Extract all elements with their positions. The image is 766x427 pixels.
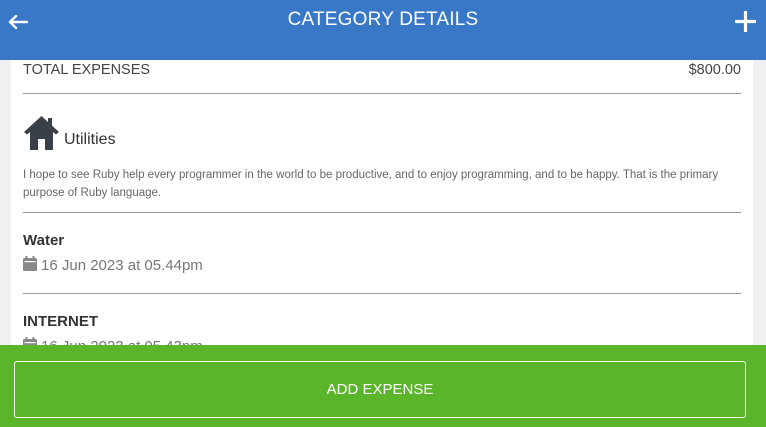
category-card: TOTAL EXPENSES $800.00 Utilities I hope … bbox=[11, 60, 753, 360]
add-expense-button[interactable]: ADD EXPENSE bbox=[14, 361, 746, 418]
calendar-icon bbox=[23, 256, 41, 275]
total-expenses-row: TOTAL EXPENSES $800.00 bbox=[23, 60, 741, 94]
expense-date-row: 16 Jun 2023 at 05.44pm bbox=[23, 256, 203, 275]
house-icon bbox=[23, 115, 60, 151]
total-expenses-amount: $800.00 bbox=[688, 62, 741, 78]
total-expenses-label: TOTAL EXPENSES bbox=[23, 62, 151, 78]
category-description: I hope to see Ruby help every programmer… bbox=[23, 169, 719, 199]
page-title: CATEGORY DETAILS bbox=[287, 9, 479, 30]
add-plus-icon[interactable] bbox=[733, 8, 757, 34]
expense-name: Water bbox=[23, 232, 65, 249]
expense-name: INTERNET bbox=[23, 313, 98, 330]
expense-item[interactable]: Water 16 Jun 2023 at 05.44pm bbox=[23, 213, 741, 294]
category-info: Utilities I hope to see Ruby help every … bbox=[23, 94, 741, 213]
category-name: Utilities bbox=[64, 131, 116, 148]
app-header: CATEGORY DETAILS bbox=[0, 0, 766, 60]
expense-date: 16 Jun 2023 at 05.44pm bbox=[41, 257, 203, 274]
footer-bar: ADD EXPENSE bbox=[0, 345, 766, 427]
